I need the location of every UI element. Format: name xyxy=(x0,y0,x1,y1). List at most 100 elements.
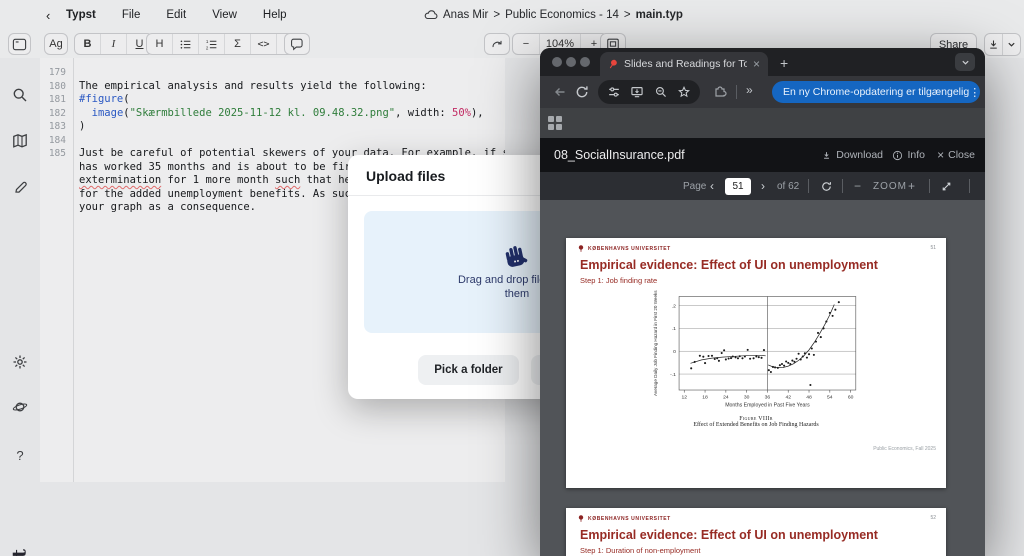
tune-icon xyxy=(607,85,621,99)
text-style-button[interactable]: Ag xyxy=(44,33,68,55)
browser-tab[interactable]: Slides and Readings for Topic × xyxy=(600,52,768,76)
insert-group: H 12 Σ <> @ xyxy=(146,33,303,55)
menu-view[interactable]: View xyxy=(212,9,237,21)
redo-button[interactable] xyxy=(484,33,510,55)
code-line[interactable]: 182 image("Skærmbillede 2025-11-12 kl. 0… xyxy=(40,107,505,121)
menu-file[interactable]: File xyxy=(122,9,141,21)
window-close-button[interactable] xyxy=(552,57,562,67)
outline-button[interactable] xyxy=(11,132,29,150)
tab-search-button[interactable] xyxy=(955,53,975,71)
page-count: of 62 xyxy=(777,172,799,200)
svg-text:.1: .1 xyxy=(672,326,676,332)
download-button[interactable] xyxy=(985,34,1002,55)
search-button[interactable] xyxy=(11,86,29,104)
collapsed-omnibox[interactable] xyxy=(598,80,700,104)
code-button[interactable]: <> xyxy=(250,34,276,54)
chevron-down-icon xyxy=(961,58,970,67)
tab-title: Slides and Readings for Topic xyxy=(624,58,747,70)
settings-button[interactable] xyxy=(11,353,29,371)
pdf-viewport[interactable]: KØBENHAVNS UNIVERSITET 51 Empirical evid… xyxy=(540,200,985,556)
back-icon[interactable] xyxy=(552,84,568,100)
line-number xyxy=(40,161,73,175)
rotate-button[interactable] xyxy=(820,172,833,200)
breadcrumb-file[interactable]: main.typ xyxy=(636,9,683,21)
university-seal-icon xyxy=(578,245,584,252)
university-name: KØBENHAVNS UNIVERSITET xyxy=(588,246,671,252)
search-icon xyxy=(12,87,28,103)
extensions-puzzle-icon[interactable] xyxy=(712,84,728,100)
chrome-update-button[interactable]: En ny Chrome-opdatering er tilgængelig ⋮ xyxy=(772,81,980,103)
typst-logo: typst xyxy=(2,546,38,556)
breadcrumb-user[interactable]: Anas Mir xyxy=(443,9,488,21)
italic-button[interactable]: I xyxy=(100,34,126,54)
edit-tools-button[interactable] xyxy=(11,178,29,196)
screen-share-icon xyxy=(630,85,644,99)
svg-text:48: 48 xyxy=(806,394,812,400)
help-button[interactable]: ? xyxy=(11,446,29,464)
typst-sidebar: ? typst xyxy=(0,58,40,556)
menu-help[interactable]: Help xyxy=(263,9,287,21)
menu-typst[interactable]: Typst xyxy=(66,9,96,21)
next-page-button[interactable]: › xyxy=(761,172,765,200)
slide-page-number: 51 xyxy=(930,245,936,251)
reload-icon[interactable] xyxy=(574,84,590,100)
line-number: 179 xyxy=(40,66,73,80)
window-minimize-button[interactable] xyxy=(566,57,576,67)
fullscreen-button[interactable] xyxy=(940,172,953,200)
export-options-button[interactable] xyxy=(1002,34,1020,55)
code-line[interactable]: 184 xyxy=(40,134,505,148)
pencil-icon xyxy=(13,180,28,195)
svg-text:36: 36 xyxy=(765,394,771,400)
menu-edit[interactable]: Edit xyxy=(166,9,186,21)
page-label: Page xyxy=(683,172,706,200)
svg-text:-.1: -.1 xyxy=(670,372,676,378)
kebab-menu-icon[interactable]: ⋮ xyxy=(969,86,980,99)
pdf-close-button[interactable]: × Close xyxy=(937,148,975,162)
pin-favicon xyxy=(608,59,618,70)
comment-button[interactable] xyxy=(284,33,310,55)
breadcrumb[interactable]: Anas Mir > Public Economics - 14 > main.… xyxy=(424,0,683,30)
bullet-list-button[interactable] xyxy=(172,34,198,54)
map-icon xyxy=(12,133,28,149)
svg-text:30: 30 xyxy=(744,394,750,400)
bold-button[interactable]: B xyxy=(75,34,100,54)
slide-title: Empirical evidence: Effect of UI on unem… xyxy=(580,528,878,542)
chart-container: -.10.1.2121824303642485460Average Daily … xyxy=(651,290,861,410)
explore-button[interactable] xyxy=(11,398,29,416)
heading-button[interactable]: H xyxy=(147,34,172,54)
prev-page-button[interactable]: ‹ xyxy=(710,172,714,200)
svg-text:12: 12 xyxy=(681,394,687,400)
numbered-list-button[interactable]: 12 xyxy=(198,34,224,54)
new-tab-button[interactable]: + xyxy=(780,55,788,71)
page-number-input[interactable]: 51 xyxy=(725,178,751,195)
tab-close-icon[interactable]: × xyxy=(753,58,760,70)
job-finding-hazard-chart: -.10.1.2121824303642485460Average Daily … xyxy=(651,290,861,410)
pdf-download-button[interactable]: Download xyxy=(821,149,883,161)
window-zoom-button[interactable] xyxy=(580,57,590,67)
back-chevron-icon[interactable]: ‹ xyxy=(46,8,50,23)
cloud-icon xyxy=(424,10,438,20)
toggle-sidebar-button[interactable] xyxy=(8,33,31,55)
zoom-out-button[interactable]: − xyxy=(513,34,539,54)
math-button[interactable]: Σ xyxy=(224,34,250,54)
zoom-out-button[interactable]: − xyxy=(854,172,861,200)
figure-caption: Figure VIIIb Effect of Extended Benefits… xyxy=(566,416,946,428)
download-icon xyxy=(821,150,832,161)
code-line[interactable]: 179 xyxy=(40,66,505,80)
grid-view-icon[interactable] xyxy=(548,116,562,130)
code-line[interactable]: 181#figure( xyxy=(40,93,505,107)
code-line[interactable]: 180The empirical analysis and results yi… xyxy=(40,80,505,94)
download-icon xyxy=(987,38,1000,51)
svg-text:Average Daily Job Finding Haza: Average Daily Job Finding Hazard in Firs… xyxy=(653,290,658,396)
zoom-in-button[interactable]: + xyxy=(908,172,915,200)
overflow-icons-button[interactable]: » xyxy=(746,83,753,97)
breadcrumb-project[interactable]: Public Economics - 14 xyxy=(505,9,619,21)
svg-text:42: 42 xyxy=(785,394,791,400)
svg-text:0: 0 xyxy=(673,349,676,355)
code-line[interactable]: 183) xyxy=(40,120,505,134)
university-name: KØBENHAVNS UNIVERSITET xyxy=(588,516,671,522)
breadcrumb-sep: > xyxy=(493,9,500,21)
pdf-info-button[interactable]: Info xyxy=(892,149,925,161)
pick-folder-button[interactable]: Pick a folder xyxy=(418,355,518,385)
line-number: 185 xyxy=(40,147,73,161)
